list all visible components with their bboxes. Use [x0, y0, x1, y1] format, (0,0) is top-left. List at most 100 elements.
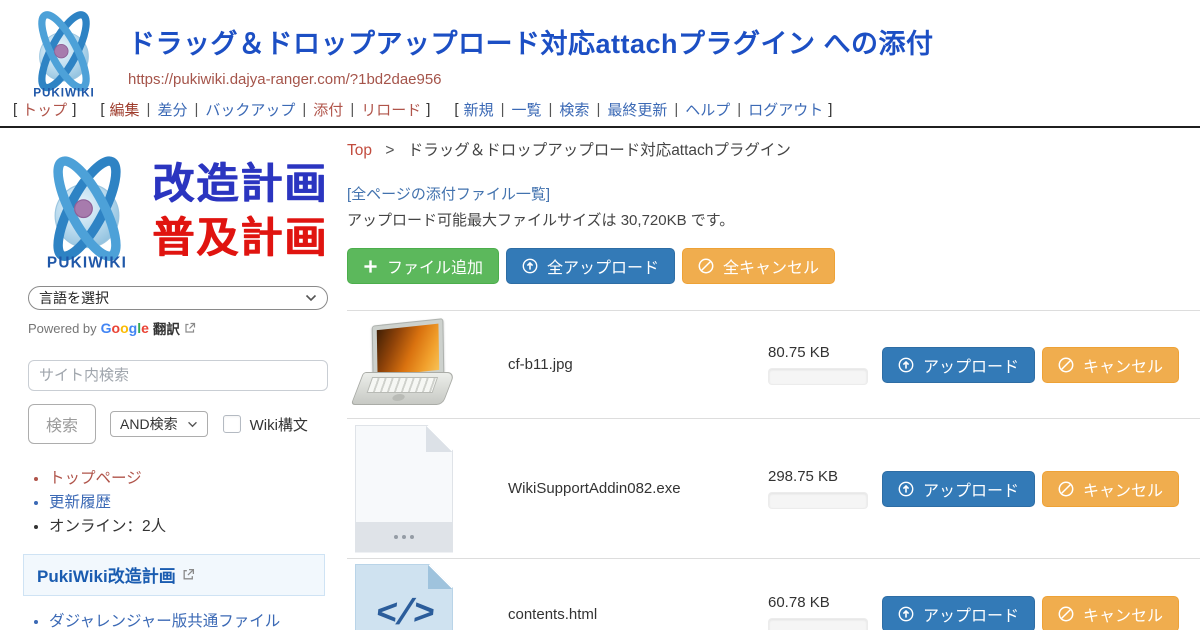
nav-item-diff[interactable]: 差分 — [157, 99, 187, 120]
external-link-icon — [182, 568, 195, 581]
cancel-button[interactable]: キャンセル — [1042, 471, 1179, 507]
search-button[interactable]: 検索 — [28, 404, 96, 444]
wiki-syntax-checkbox[interactable] — [223, 415, 241, 433]
file-name: contents.html — [508, 606, 768, 623]
upload-circle-icon — [898, 357, 914, 373]
external-link-icon — [184, 322, 196, 334]
sidebar-list-top: トップページ 更新履歴 オンライン：2人 — [28, 468, 330, 538]
file-name: WikiSupportAddin082.exe — [508, 480, 768, 497]
page-url[interactable]: https://pukiwiki.dajya-ranger.com/?1bd2d… — [128, 71, 934, 88]
nav-item-backup[interactable]: バックアップ — [205, 99, 295, 120]
ban-icon — [698, 258, 714, 274]
nav-separator: | — [343, 101, 361, 118]
cancel-button[interactable]: キャンセル — [1042, 347, 1179, 383]
breadcrumb-separator: > — [385, 142, 394, 159]
ban-icon — [1058, 357, 1074, 373]
search-mode-value: AND検索 — [120, 414, 178, 434]
upload-toolbar: ファイル追加 全アップロード 全キャンセル — [347, 248, 1200, 284]
upload-circle-icon — [898, 606, 914, 622]
pukiwiki-attach-page: PUKIWIKI ドラッグ＆ドロップアップロード対応attachプラグイン への… — [0, 0, 1200, 630]
nav-item-search[interactable]: 検索 — [559, 99, 589, 120]
search-mode-select[interactable]: AND検索 — [110, 411, 208, 437]
file-name: cf-b11.jpg — [508, 356, 768, 373]
nav-bracket: ] — [823, 101, 837, 118]
site-header: PUKIWIKI ドラッグ＆ドロップアップロード対応attachプラグイン への… — [0, 0, 1200, 97]
nav-item-recent[interactable]: 最終更新 — [607, 99, 667, 120]
sidebar-list-plugins: ダジャレンジャー版共通ファイル PukiWiki本体改造 PukiWikiテキス… — [28, 611, 330, 630]
code-icon: </> — [374, 594, 434, 630]
google-translate-attribution[interactable]: Powered by Google 翻訳 — [28, 318, 330, 338]
html-file-icon: </> — [355, 564, 453, 630]
nav-separator: | — [295, 101, 313, 118]
breadcrumb-home-link[interactable]: Top — [347, 142, 372, 159]
file-size: 60.78 KB — [768, 594, 882, 611]
main-content: Top > ドラッグ＆ドロップアップロード対応attachプラグイン [全ページ… — [330, 128, 1200, 630]
upload-button[interactable]: アップロード — [882, 471, 1035, 507]
nav-bracket: [ — [8, 101, 22, 118]
nav-item-logout[interactable]: ログアウト — [748, 99, 823, 120]
nav-item-reload[interactable]: リロード — [361, 99, 421, 120]
nav-separator: | — [140, 101, 158, 118]
breadcrumb-current: ドラッグ＆ドロップアップロード対応attachプラグイン — [408, 142, 791, 159]
upload-button[interactable]: アップロード — [882, 596, 1035, 630]
nav-separator: | — [542, 101, 560, 118]
svg-text:PUKIWIKI: PUKIWIKI — [47, 255, 127, 272]
max-filesize-note: アップロード可能最大ファイルサイズは 30,720KB です。 — [347, 209, 1200, 230]
ban-icon — [1058, 606, 1074, 622]
file-row: </> contents.html 60.78 KB アップロード — [347, 559, 1200, 630]
nav-item-attach[interactable]: 添付 — [313, 99, 343, 120]
nav-item-help[interactable]: ヘルプ — [685, 99, 730, 120]
cancel-button[interactable]: キャンセル — [1042, 596, 1179, 630]
nav-separator: | — [730, 101, 748, 118]
nav-item-edit[interactable]: 編集 — [110, 99, 140, 120]
sidebar-section-title: PukiWiki改造計画 — [37, 562, 176, 587]
file-row: cf-b11.jpg 80.75 KB アップロード キャンセル — [347, 311, 1200, 418]
page-fold — [428, 565, 452, 589]
sidebar-item-top-page[interactable]: トップページ — [49, 468, 330, 490]
page-fold — [426, 426, 452, 452]
upload-circle-icon — [898, 481, 914, 497]
header-text: ドラッグ＆ドロップアップロード対応attachプラグイン への添付 https:… — [128, 6, 934, 88]
google-logo-text: Google — [101, 320, 149, 336]
cancel-all-button[interactable]: 全キャンセル — [682, 248, 835, 284]
add-file-button[interactable]: ファイル追加 — [347, 248, 499, 284]
banner-slogan-line2: 普及計画 — [152, 215, 328, 261]
nav-separator: | — [494, 101, 512, 118]
all-attachments-link[interactable]: [全ページの添付ファイル一覧] — [347, 183, 1200, 204]
ban-icon — [1058, 481, 1074, 497]
nav-item-top[interactable]: トップ — [22, 99, 67, 120]
search-controls: 検索 AND検索 Wiki構文 — [28, 404, 330, 444]
sidebar: PUKIWIKI 改造計画 普及計画 言語を選択 Powered by Goog… — [0, 128, 330, 630]
upload-queue: cf-b11.jpg 80.75 KB アップロード キャンセル — [347, 310, 1200, 630]
language-select-value: 言語を選択 — [39, 288, 109, 308]
nav-item-new[interactable]: 新規 — [464, 99, 494, 120]
nav-bracket: ] — [421, 101, 435, 118]
upload-all-button[interactable]: 全アップロード — [506, 248, 675, 284]
upload-progress-bar — [768, 368, 868, 385]
translate-label: 翻訳 — [153, 318, 180, 338]
file-row: WikiSupportAddin082.exe 298.75 KB アップロード… — [347, 419, 1200, 558]
sidebar-section-header[interactable]: PukiWiki改造計画 — [23, 554, 325, 596]
banner-slogan: 改造計画 普及計画 — [152, 161, 328, 261]
upload-progress-bar — [768, 492, 868, 509]
sidebar-item-update-history[interactable]: 更新履歴 — [49, 492, 330, 514]
upload-progress-bar — [768, 618, 868, 630]
powered-by-label: Powered by — [28, 321, 97, 336]
chevron-down-icon — [305, 294, 317, 302]
sidebar-banner-logo[interactable]: PUKIWIKI 改造計画 普及計画 — [28, 142, 330, 280]
wiki-syntax-label: Wiki構文 — [250, 414, 308, 435]
pukiwiki-logo-icon[interactable]: PUKIWIKI — [18, 6, 110, 105]
language-select[interactable]: 言語を選択 — [28, 286, 328, 310]
nav-bracket: [ — [449, 101, 463, 118]
file-size: 298.75 KB — [768, 468, 882, 485]
nav-separator: | — [589, 101, 607, 118]
svg-text:PUKIWIKI: PUKIWIKI — [33, 86, 94, 99]
generic-file-icon — [355, 425, 453, 553]
upload-button[interactable]: アップロード — [882, 347, 1035, 383]
chevron-down-icon — [187, 421, 198, 428]
nav-item-list[interactable]: 一覧 — [512, 99, 542, 120]
nav-separator: | — [667, 101, 685, 118]
page-title: ドラッグ＆ドロップアップロード対応attachプラグイン への添付 — [128, 22, 934, 61]
sidebar-item-common-files[interactable]: ダジャレンジャー版共通ファイル — [49, 611, 330, 630]
site-search-input[interactable] — [28, 360, 328, 391]
